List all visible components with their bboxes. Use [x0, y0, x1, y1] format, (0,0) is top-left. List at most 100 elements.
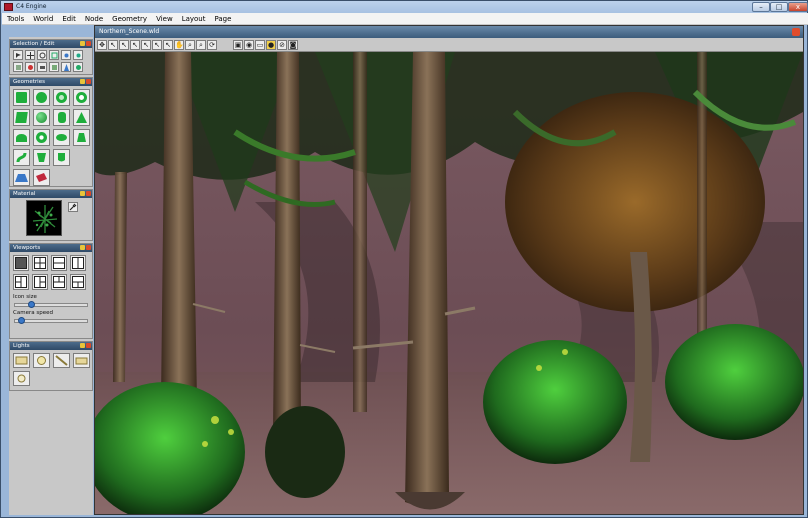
- icon-size-slider-thumb[interactable]: [28, 301, 36, 308]
- pointer-scale-icon[interactable]: ↖: [152, 39, 162, 50]
- viewports-panel-title: Viewports: [13, 245, 41, 251]
- scale-tool-icon[interactable]: [49, 50, 59, 60]
- viewport-close-icon[interactable]: [792, 28, 800, 36]
- geometries-panel: Geometries: [9, 77, 93, 187]
- close-button[interactable]: x: [788, 2, 808, 12]
- collapse-icon[interactable]: [80, 191, 85, 196]
- portal-tool-icon[interactable]: [49, 62, 59, 72]
- close-icon[interactable]: [86, 343, 91, 348]
- viewport-title: Northern_Scene.wld: [99, 28, 160, 35]
- material-preview[interactable]: [26, 200, 62, 236]
- depth-light-icon[interactable]: [13, 371, 30, 386]
- point-light-icon[interactable]: [33, 353, 50, 368]
- move-icon[interactable]: ✥: [97, 39, 107, 50]
- collapse-icon[interactable]: [80, 343, 85, 348]
- pointer-rotate-icon[interactable]: ↖: [141, 39, 151, 50]
- zoom-box-icon[interactable]: ⌕: [196, 39, 206, 50]
- camera-speed-slider[interactable]: [14, 317, 88, 324]
- trigger-tool-icon[interactable]: [73, 62, 83, 72]
- water-geometry-icon[interactable]: [33, 169, 50, 186]
- layout-horizontal-split-icon[interactable]: [51, 255, 67, 271]
- light-tool-icon[interactable]: [25, 62, 35, 72]
- pointer-add-icon[interactable]: ↖: [119, 39, 129, 50]
- maximize-button[interactable]: □: [770, 2, 788, 12]
- layout-left-three-icon[interactable]: [13, 274, 29, 290]
- minimize-button[interactable]: –: [752, 2, 770, 12]
- sphere-geometry-icon[interactable]: [33, 109, 50, 126]
- close-icon[interactable]: [86, 41, 91, 46]
- collapse-icon[interactable]: [80, 79, 85, 84]
- pointer-subtract-icon[interactable]: ↖: [130, 39, 140, 50]
- path-geometry-icon[interactable]: [13, 149, 30, 166]
- camera-tool-icon[interactable]: [37, 62, 47, 72]
- close-icon[interactable]: [86, 191, 91, 196]
- orbit-icon[interactable]: ⟳: [207, 39, 217, 50]
- wireframe-view-icon[interactable]: ▭: [255, 39, 265, 50]
- menu-layout[interactable]: Layout: [177, 13, 210, 24]
- plate-geometry-icon[interactable]: [13, 89, 30, 106]
- menu-view[interactable]: View: [151, 13, 177, 24]
- layout-right-three-icon[interactable]: [32, 274, 48, 290]
- move-tool-icon[interactable]: [25, 50, 35, 60]
- layout-vertical-split-icon[interactable]: [70, 255, 86, 271]
- layout-bottom-three-icon[interactable]: [70, 274, 86, 290]
- pointer-icon[interactable]: ↖: [108, 39, 118, 50]
- collapse-icon[interactable]: [80, 245, 85, 250]
- view-tool-icon[interactable]: [73, 50, 83, 60]
- terrain-geometry-icon[interactable]: [13, 169, 30, 186]
- hand-icon[interactable]: ✋: [174, 39, 184, 50]
- viewports-panel-header[interactable]: Viewports: [10, 244, 92, 252]
- connect-tool-icon[interactable]: [61, 50, 71, 60]
- icon-size-label: Icon size: [13, 294, 37, 300]
- viewport-title-bar[interactable]: Northern_Scene.wld: [95, 26, 803, 38]
- scene-render[interactable]: [95, 52, 803, 514]
- menu-page[interactable]: Page: [209, 13, 235, 24]
- tube-geometry-icon[interactable]: [73, 129, 90, 146]
- geometries-panel-header[interactable]: Geometries: [10, 78, 92, 86]
- close-icon[interactable]: [86, 245, 91, 250]
- eyedropper-icon[interactable]: [68, 202, 78, 212]
- paint-tool-icon[interactable]: [13, 62, 23, 72]
- material-panel-header[interactable]: Material: [10, 190, 92, 198]
- box-geometry-icon[interactable]: [13, 109, 30, 126]
- marker-tool-icon[interactable]: [61, 62, 71, 72]
- layout-quad-icon[interactable]: [32, 255, 48, 271]
- rotate-tool-icon[interactable]: [37, 50, 47, 60]
- lighting-toggle-icon[interactable]: ●: [266, 39, 276, 50]
- menu-geometry[interactable]: Geometry: [107, 13, 151, 24]
- cone-geometry-icon[interactable]: [73, 109, 90, 126]
- icon-size-slider[interactable]: [14, 301, 88, 308]
- shaded-view-icon[interactable]: ◉: [244, 39, 254, 50]
- layout-single-icon[interactable]: [13, 255, 29, 271]
- zoom-icon[interactable]: ⌕: [185, 39, 195, 50]
- collapse-icon[interactable]: [80, 41, 85, 46]
- camera-speed-slider-thumb[interactable]: [18, 317, 26, 324]
- camera-icon[interactable]: ◙: [288, 39, 298, 50]
- ambient-light-icon[interactable]: [13, 353, 30, 368]
- select-tool-icon[interactable]: [13, 50, 23, 60]
- lights-panel-title: Lights: [13, 343, 30, 349]
- dome-geometry-icon[interactable]: [13, 129, 30, 146]
- pointer-select-icon[interactable]: ↖: [163, 39, 173, 50]
- menu-world[interactable]: World: [28, 13, 57, 24]
- cylinder-geometry-icon[interactable]: [53, 109, 70, 126]
- lights-panel-header[interactable]: Lights: [10, 342, 92, 350]
- annulus-geometry-icon[interactable]: [73, 89, 90, 106]
- revolution-geometry-icon[interactable]: [53, 149, 70, 166]
- pyramid-geometry-icon[interactable]: [33, 129, 50, 146]
- selection-panel-header[interactable]: Selection / Edit: [10, 40, 92, 48]
- spot-light-icon[interactable]: [53, 353, 70, 368]
- menu-tools[interactable]: Tools: [2, 13, 28, 24]
- infinite-light-icon[interactable]: [73, 353, 90, 368]
- menu-edit[interactable]: Edit: [57, 13, 80, 24]
- extrusion-geometry-icon[interactable]: [33, 149, 50, 166]
- disk-geometry-icon[interactable]: [33, 89, 50, 106]
- close-icon[interactable]: [86, 79, 91, 84]
- title-bar[interactable]: C4 Engine – □ x: [1, 1, 808, 13]
- layout-top-three-icon[interactable]: [51, 274, 67, 290]
- torus-geometry-icon[interactable]: [53, 129, 70, 146]
- no-entry-icon[interactable]: ⊘: [277, 39, 287, 50]
- frame-selection-icon[interactable]: ▣: [233, 39, 243, 50]
- menu-node[interactable]: Node: [80, 13, 107, 24]
- hole-geometry-icon[interactable]: [53, 89, 70, 106]
